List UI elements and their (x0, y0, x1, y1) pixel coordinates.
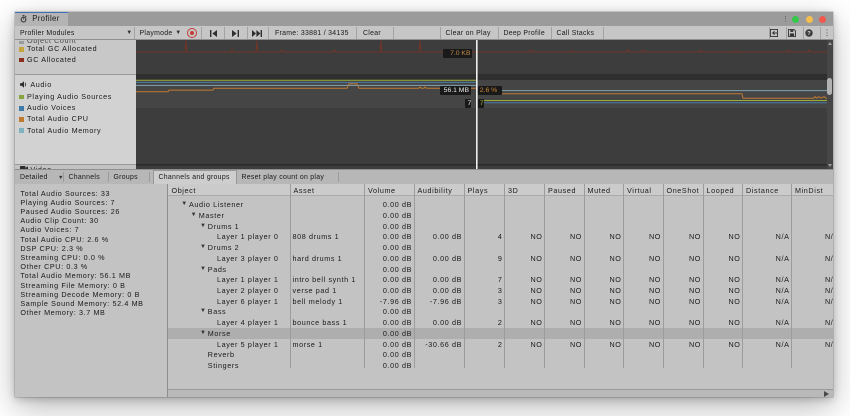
svg-text:?: ? (807, 31, 811, 37)
